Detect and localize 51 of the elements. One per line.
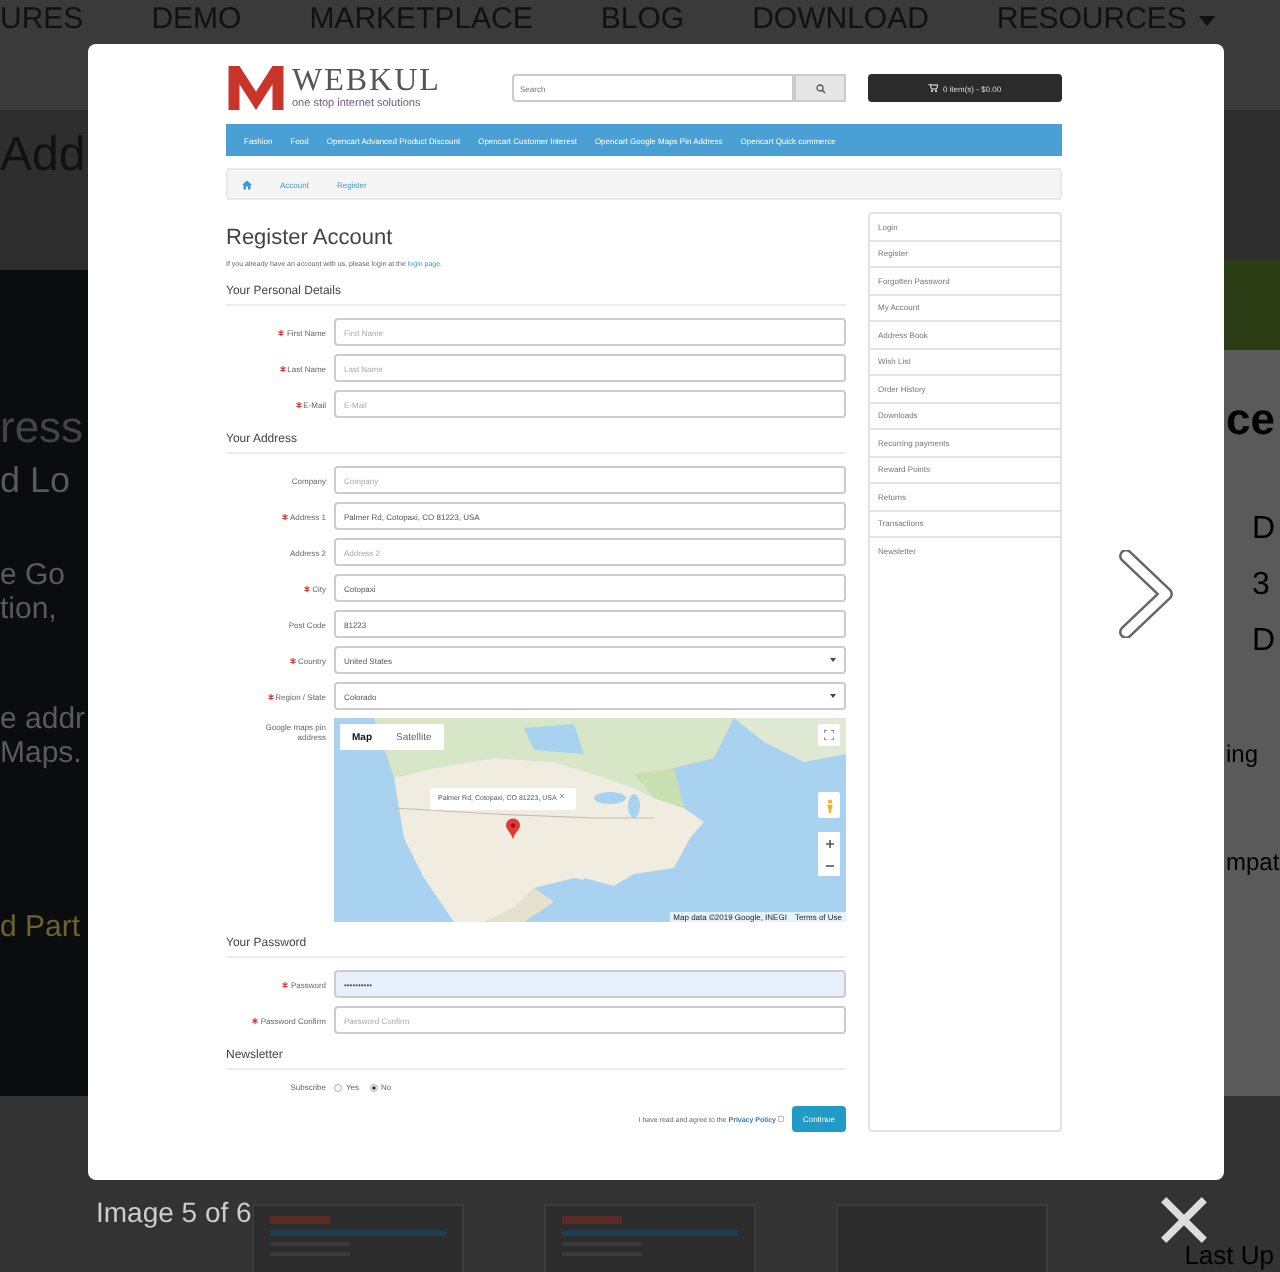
asterisk-icon — [295, 401, 302, 407]
page-text: D — [1250, 512, 1278, 548]
thumbnail[interactable] — [544, 1204, 756, 1272]
page-text: d Lo — [0, 460, 71, 502]
page-text: Maps. — [0, 736, 82, 770]
zoom-in-button[interactable] — [818, 832, 840, 854]
radio-button[interactable] — [334, 1083, 342, 1091]
next-button[interactable] — [1116, 550, 1176, 638]
close-button[interactable] — [1160, 1196, 1208, 1244]
brand-name: WEBKUL — [292, 65, 441, 97]
page-text: ress — [0, 414, 84, 440]
radio-button[interactable] — [369, 1083, 378, 1091]
asterisk-icon — [267, 693, 274, 699]
fullscreen-icon — [824, 730, 834, 740]
asterisk-icon — [304, 585, 311, 591]
page-text: D — [1250, 624, 1278, 660]
page-text: ing — [1224, 740, 1261, 768]
page-text: e addr — [0, 702, 86, 736]
asterisk-icon — [279, 365, 286, 371]
image-caption: Image 5 of 6 — [96, 1196, 252, 1228]
page-text: tion, — [0, 592, 57, 626]
page-title: Register Account — [226, 226, 395, 252]
thumbnail[interactable] — [252, 1204, 464, 1272]
asterisk-icon — [281, 513, 288, 519]
plus-icon — [825, 839, 833, 847]
page-text: e Go — [0, 558, 66, 592]
caret-icon — [830, 658, 836, 662]
banner — [1224, 260, 1280, 350]
street-view-button[interactable] — [818, 792, 840, 818]
logo-icon — [226, 66, 286, 110]
asterisk-icon — [282, 981, 289, 987]
search-icon — [815, 83, 825, 93]
fullscreen-button[interactable] — [818, 724, 840, 746]
checkbox[interactable] — [778, 1116, 784, 1122]
asterisk-icon — [278, 329, 285, 335]
person-icon — [825, 797, 833, 813]
close-icon — [1160, 1196, 1208, 1244]
cart-icon — [928, 84, 939, 92]
page-text: mpat — [1224, 848, 1280, 876]
home-icon[interactable] — [242, 179, 252, 189]
caret-icon — [1198, 15, 1217, 25]
page-text: d Part — [0, 910, 81, 944]
map-pin-icon[interactable] — [506, 818, 520, 840]
asterisk-icon — [289, 657, 296, 663]
chevron-right-icon — [1116, 550, 1176, 638]
asterisk-icon — [252, 1017, 259, 1023]
search-button[interactable] — [794, 74, 846, 102]
page-text: 3 — [1250, 568, 1272, 604]
minus-icon — [825, 861, 833, 869]
page-text: ce — [1224, 406, 1277, 432]
caret-icon — [830, 694, 836, 698]
